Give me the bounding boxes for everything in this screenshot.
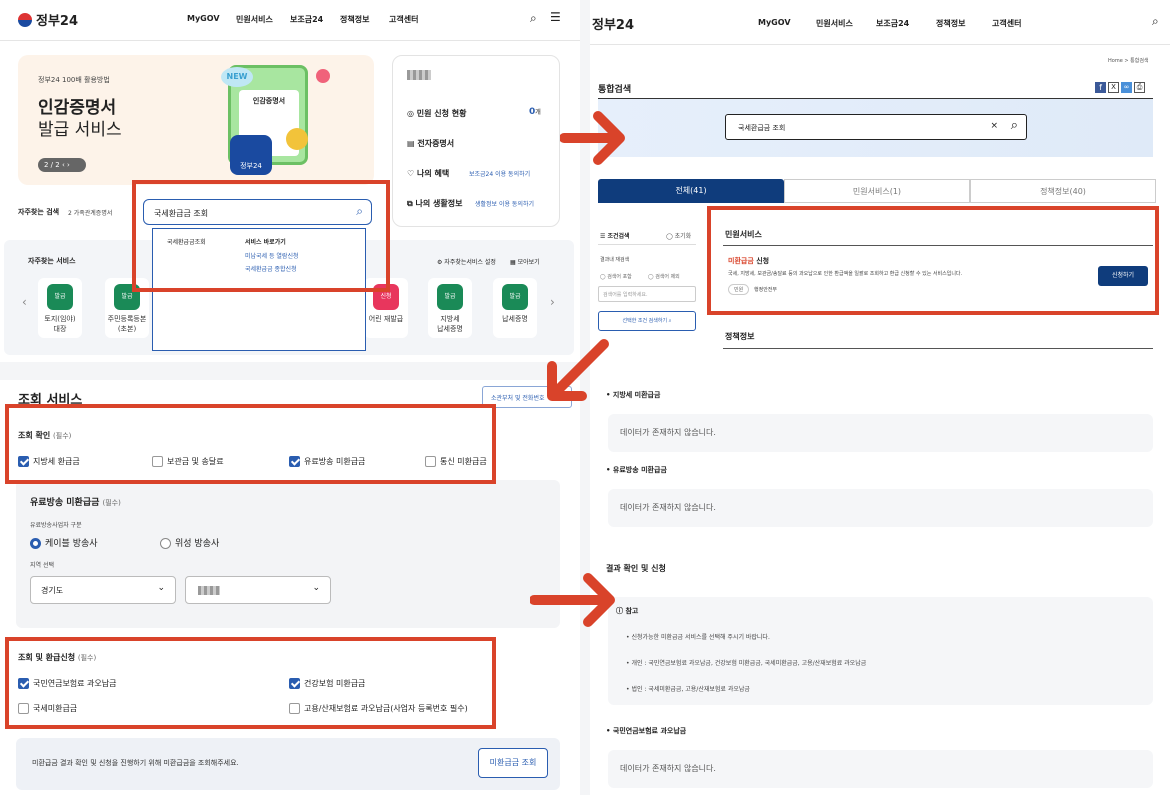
cable-title: 유료방송 미환급금 (필수)	[30, 498, 121, 508]
mygov-card: ◎ 민원 신청 현황 0개 ▤ 전자증명서 ♡ 나의 혜택 보조금24 이용 동…	[392, 55, 560, 227]
note-item: • 개인 : 국민연금보험료 과오납금, 건강보험 미환급금, 국세미환급금, …	[626, 660, 867, 667]
filter-search-button[interactable]: 선택한 조건 검색하기 ⌕	[598, 311, 696, 331]
filter-opt-exclude[interactable]: ◯ 검색어 제외	[648, 273, 680, 280]
breadcrumb: Home > 통합검색	[1108, 58, 1149, 64]
section-local-tax: • 지방세 미환급금	[606, 391, 661, 399]
service-tile[interactable]: 발급 납세증명	[493, 278, 537, 338]
radio-satellite[interactable]: 위성 방송사	[160, 536, 219, 549]
page-title: 통합검색	[598, 85, 632, 95]
nav-civil[interactable]: 민원서비스	[236, 14, 273, 25]
search-icon[interactable]: ⌕	[530, 11, 537, 26]
gov24-logo[interactable]: 정부24	[18, 10, 78, 29]
arrow-right-icon	[530, 573, 615, 627]
filter-input[interactable]: 검색어를 입력하세요.	[598, 286, 696, 302]
nav-subsidy[interactable]: 보조금24	[290, 14, 323, 25]
highlight-check	[5, 404, 496, 484]
x-icon: X	[1108, 82, 1119, 93]
print-icon: ⎙	[1134, 82, 1145, 93]
search-submit-icon[interactable]: ⌕	[1011, 118, 1018, 133]
radio-on-icon	[30, 538, 41, 549]
policy-section-title: 정책정보	[725, 332, 755, 341]
filter-title: ☰ 조건검색	[600, 233, 630, 240]
mygov-status-value[interactable]: 0개	[529, 107, 541, 117]
link-icon: ∞	[1121, 82, 1132, 93]
mygov-benefit-label: ♡ 나의 혜택	[407, 169, 450, 178]
chevron-down-icon: ⌄	[157, 583, 165, 593]
avatar	[407, 70, 431, 80]
taegeuk-icon	[18, 12, 32, 27]
header-divider	[0, 40, 580, 41]
freq-search-filter[interactable]: 2 가족관계증명서	[68, 208, 112, 217]
heart-icon	[316, 69, 330, 83]
highlight-civil	[707, 206, 1159, 315]
arrow-right-icon	[560, 111, 625, 165]
note-item: • 신청가능한 미환급금 서비스를 선택해 주시기 바랍니다.	[626, 634, 770, 641]
highlight-search	[132, 180, 390, 292]
results-pane: 정부24 MyGOV 민원서비스 보조금24 정책정보 고객센터 ⌕ Home …	[590, 0, 1170, 795]
nav-support[interactable]: 고객센터	[992, 18, 1021, 29]
filter-reset[interactable]: ◯ 초기화	[666, 231, 691, 240]
freq-search-label: 자주찾는 검색	[18, 208, 60, 216]
new-badge: NEW	[221, 67, 253, 87]
section-cable: • 유료방송 미환급금	[606, 466, 667, 474]
mygov-life-link[interactable]: 생활정보 이용 동의하기	[475, 199, 534, 208]
note-item: • 법인 : 국세미환급금, 고용/산재보험료 과오납금	[626, 686, 750, 693]
banner-pager[interactable]: 2 / 2 ‹ ›	[38, 158, 86, 172]
filter-divider	[598, 244, 696, 245]
provider-label: 유료방송사업자 구분	[30, 522, 82, 529]
prev-icon[interactable]: ‹	[22, 295, 27, 309]
mygov-cert-label[interactable]: ▤ 전자증명서	[407, 138, 454, 149]
clear-icon[interactable]: ×	[990, 121, 998, 131]
tab-civil[interactable]: 민원서비스(1)	[784, 179, 970, 203]
tab-all[interactable]: 전체(41)	[598, 179, 784, 203]
redacted-value	[198, 586, 220, 595]
freq-services-title: 자주찾는 서비스	[28, 257, 76, 265]
no-data-box: 데이터가 존재하지 않습니다.	[608, 489, 1153, 527]
policy-divider	[723, 348, 1153, 349]
next-icon[interactable]: ›	[550, 295, 555, 309]
service-tile[interactable]: 발급 토지(임야) 대장	[38, 278, 82, 338]
mygov-status-label: ◎ 민원 신청 현황	[407, 109, 467, 118]
nav-subsidy[interactable]: 보조금24	[876, 18, 909, 29]
radio-cable[interactable]: 케이블 방송사	[30, 536, 98, 549]
nav-mygov[interactable]: MyGOV	[187, 14, 220, 23]
search-input[interactable]: 국세환급금 조회 × ⌕	[725, 114, 1027, 140]
radio-off-icon	[160, 538, 171, 549]
mygov-benefit-link[interactable]: 보조금24 이용 동의하기	[469, 169, 530, 178]
share-icons[interactable]: f X ∞ ⎙	[1095, 82, 1145, 93]
nav-support[interactable]: 고객센터	[389, 14, 418, 25]
region-select[interactable]: 경기도 ⌄	[30, 576, 176, 604]
nav-civil[interactable]: 민원서비스	[816, 18, 853, 29]
banner[interactable]: 정부24 100배 활용방법 인감증명서 발급 서비스 2 / 2 ‹ › 인감…	[18, 55, 374, 185]
nav-policy[interactable]: 정책정보	[936, 18, 965, 29]
no-data-box: 데이터가 존재하지 않습니다.	[608, 750, 1153, 788]
arrow-down-left-icon	[547, 339, 609, 401]
freq-all-link[interactable]: ▦ 모아보기	[510, 257, 540, 266]
nav-mygov[interactable]: MyGOV	[758, 18, 791, 27]
nav-policy[interactable]: 정책정보	[340, 14, 369, 25]
facebook-icon: f	[1095, 82, 1106, 93]
no-data-box: 데이터가 존재하지 않습니다.	[608, 414, 1153, 452]
service-tile[interactable]: 발급 지방세 납세증명	[428, 278, 472, 338]
search-icon[interactable]: ⌕	[1152, 14, 1159, 29]
region-label: 지역 선택	[30, 562, 54, 569]
header-divider	[590, 44, 1170, 45]
tab-policy[interactable]: 정책정보(40)	[970, 179, 1156, 203]
menu-icon[interactable]: ☰	[550, 10, 561, 24]
filter-opt-include[interactable]: ◯ 검색어 포함	[600, 273, 632, 280]
refund-inquiry-button[interactable]: 미환급금 조회	[478, 748, 548, 778]
filter-sub: 결과내 재검색	[600, 257, 630, 263]
filter-icon: ☰	[600, 233, 606, 240]
freq-settings-link[interactable]: ⚙ 자주찾는서비스 설정	[437, 257, 496, 266]
mygov-life-label: ⧉ 나의 생활정보	[407, 199, 463, 208]
section-pension: • 국민연금보험료 과오납금	[606, 727, 687, 735]
district-select[interactable]: ⌄	[185, 576, 331, 604]
gov24-logo[interactable]: 정부24	[592, 14, 634, 33]
chevron-down-icon: ⌄	[312, 583, 320, 593]
gov24-app-icon: 정부24	[230, 135, 272, 175]
highlight-refund	[5, 637, 496, 729]
